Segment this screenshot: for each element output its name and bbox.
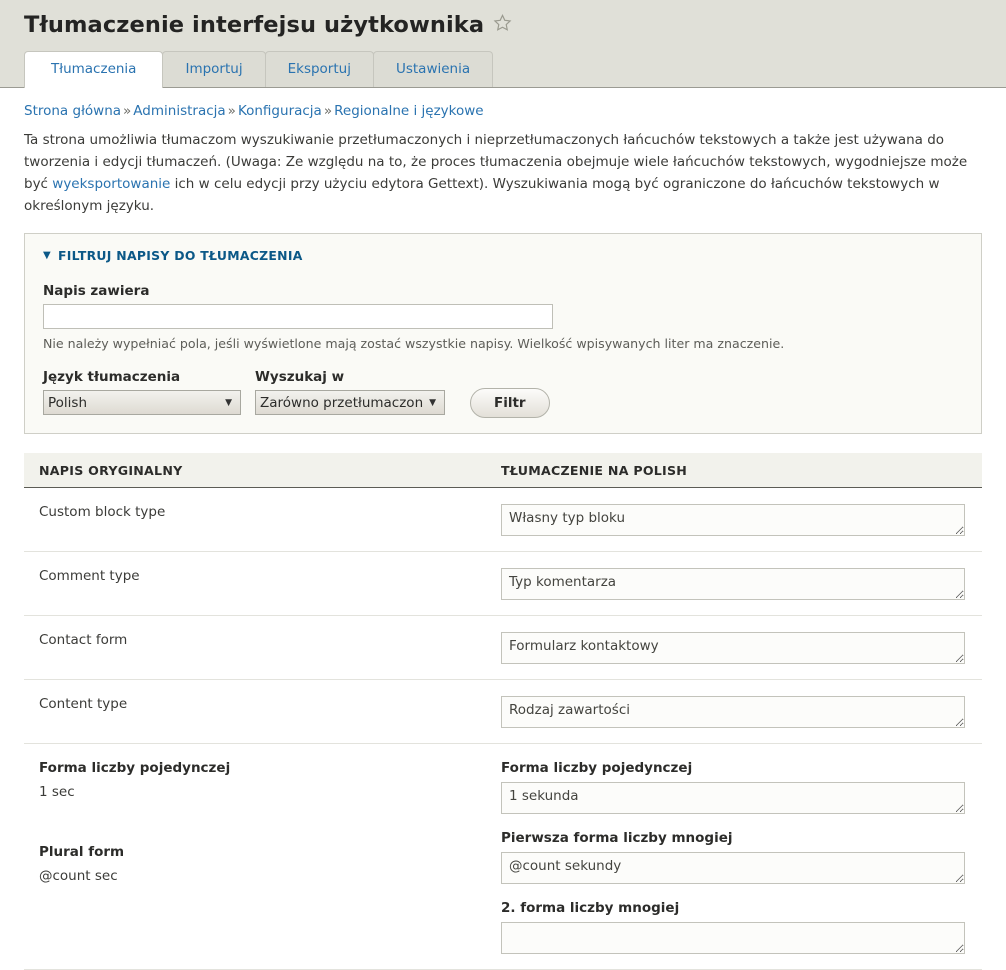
triangle-down-icon: ▼ bbox=[43, 249, 51, 261]
scope-filter-label: Wyszukaj w bbox=[255, 369, 345, 386]
star-outline-icon[interactable] bbox=[493, 13, 512, 37]
tab-label: Importuj bbox=[185, 61, 243, 78]
translation-textarea[interactable]: Własny typ bloku bbox=[501, 504, 965, 537]
filter-submit-button[interactable]: Filtr bbox=[470, 388, 550, 419]
source-plural-text: 1 sec bbox=[39, 784, 75, 801]
tab-ustawienia[interactable]: Ustawienia bbox=[372, 51, 494, 87]
tab-label: Eksportuj bbox=[287, 61, 351, 78]
translation-cell: Formularz kontaktowy bbox=[501, 632, 982, 665]
breadcrumb-separator: » bbox=[123, 103, 132, 119]
column-header-original: NAPIS ORYGINALNY bbox=[39, 463, 183, 479]
translation-textarea[interactable]: Rodzaj zawartości bbox=[501, 696, 965, 729]
filter-controls-row: Język tłumaczenia Polish ▼ Wyszukaj w Za… bbox=[43, 369, 963, 419]
source-plural-text: @count sec bbox=[39, 868, 118, 885]
breadcrumb-item-konfiguracja[interactable]: Konfiguracja bbox=[238, 103, 322, 119]
tab-label: Tłumaczenia bbox=[51, 61, 137, 78]
filter-legend-label: FILTRUJ NAPISY DO TŁUMACZENIA bbox=[58, 248, 303, 264]
string-contains-input[interactable] bbox=[43, 304, 553, 330]
tab-label: Ustawienia bbox=[395, 61, 471, 78]
tab-eksportuj[interactable]: Eksportuj bbox=[264, 51, 374, 87]
tab-importuj[interactable]: Importuj bbox=[162, 51, 266, 87]
plural-target-group: 2. forma liczby mnogiej bbox=[501, 900, 965, 955]
tab-tlumaczenia[interactable]: Tłumaczenia bbox=[24, 51, 164, 88]
table-row: Custom block type Własny typ bloku bbox=[24, 488, 982, 553]
plural-target-label: Pierwsza forma liczby mnogiej bbox=[501, 830, 733, 847]
source-string: Comment type bbox=[39, 568, 140, 585]
plural-target-group: Forma liczby pojedynczej 1 sekunda bbox=[501, 760, 965, 815]
table-row: Contact form Formularz kontaktowy bbox=[24, 616, 982, 681]
source-plural-title: Forma liczby pojedynczej bbox=[39, 760, 231, 777]
breadcrumb: Strona główna» Administracja» Konfiguracja… bbox=[24, 88, 982, 119]
language-filter-group: Język tłumaczenia Polish ▼ bbox=[43, 369, 241, 416]
translation-cell: Typ komentarza bbox=[501, 568, 982, 601]
translation-textarea[interactable]: Typ komentarza bbox=[501, 568, 965, 601]
source-string: Custom block type bbox=[39, 504, 166, 521]
plural-target-group: Pierwsza forma liczby mnogiej @count sek… bbox=[501, 830, 965, 885]
scope-select-wrapper: Zarówno przetłumaczon ▼ bbox=[255, 390, 445, 416]
source-plural-cell: Forma liczby pojedynczej 1 sec Plural fo… bbox=[24, 760, 501, 954]
language-select-wrapper: Polish ▼ bbox=[43, 390, 241, 416]
page-title-text: Tłumaczenie interfejsu użytkownika bbox=[24, 12, 485, 38]
translation-cell: Rodzaj zawartości bbox=[501, 696, 982, 729]
scope-filter-group: Wyszukaj w Zarówno przetłumaczon ▼ bbox=[255, 369, 445, 416]
source-plural-title: Plural form bbox=[39, 844, 125, 861]
page-description: Ta strona umożliwia tłumaczom wyszukiwan… bbox=[24, 130, 982, 217]
breadcrumb-item-strona-glowna[interactable]: Strona główna bbox=[24, 103, 121, 119]
breadcrumb-item-administracja[interactable]: Administracja bbox=[133, 103, 225, 119]
breadcrumb-item-regionalne-i-jezykowe[interactable]: Regionalne i językowe bbox=[334, 103, 484, 119]
page-content: Strona główna» Administracja» Konfiguracja… bbox=[0, 88, 1006, 970]
table-row: Content type Rodzaj zawartości bbox=[24, 680, 982, 745]
breadcrumb-separator: » bbox=[323, 103, 333, 119]
source-string: Content type bbox=[39, 696, 128, 713]
page-title: Tłumaczenie interfejsu użytkownika bbox=[0, 0, 1006, 38]
plural-target-label: Forma liczby pojedynczej bbox=[501, 760, 693, 777]
table-row-plural: Forma liczby pojedynczej 1 sec Plural fo… bbox=[24, 744, 982, 970]
translation-table-header: NAPIS ORYGINALNY TŁUMACZENIE NA POLISH bbox=[24, 453, 982, 489]
primary-tabs: Tłumaczenia Importuj Eksportuj Ustawieni… bbox=[24, 51, 494, 88]
table-row: Comment type Typ komentarza bbox=[24, 552, 982, 617]
page-header: Tłumaczenie interfejsu użytkownika Tłuma… bbox=[0, 0, 1006, 88]
filter-legend-toggle[interactable]: ▼ FILTRUJ NAPISY DO TŁUMACZENIA bbox=[43, 248, 963, 263]
translation-textarea[interactable] bbox=[501, 922, 965, 955]
string-contains-help: Nie należy wypełniać pola, jeśli wyświet… bbox=[43, 336, 785, 352]
breadcrumb-separator: » bbox=[227, 103, 236, 119]
translation-cell: Własny typ bloku bbox=[501, 504, 982, 537]
translation-textarea[interactable]: Formularz kontaktowy bbox=[501, 632, 965, 665]
language-filter-label: Język tłumaczenia bbox=[43, 369, 181, 386]
translation-plural-cell: Forma liczby pojedynczej 1 sekunda Pierw… bbox=[501, 760, 982, 955]
source-string: Contact form bbox=[39, 632, 128, 649]
column-header-translation: TŁUMACZENIE NA POLISH bbox=[501, 463, 688, 479]
source-plural-block: Plural form @count sec bbox=[39, 844, 501, 884]
filter-fieldset: ▼ FILTRUJ NAPISY DO TŁUMACZENIA Napis za… bbox=[24, 233, 982, 435]
plural-target-label: 2. forma liczby mnogiej bbox=[501, 900, 680, 917]
string-contains-label: Napis zawiera bbox=[43, 283, 150, 300]
source-plural-block: Forma liczby pojedynczej 1 sec bbox=[39, 760, 501, 800]
scope-select[interactable]: Zarówno przetłumaczon bbox=[255, 390, 445, 416]
language-select[interactable]: Polish bbox=[43, 390, 241, 416]
translation-textarea[interactable]: @count sekundy bbox=[501, 852, 965, 885]
export-link[interactable]: wyeksportowanie bbox=[52, 176, 170, 192]
